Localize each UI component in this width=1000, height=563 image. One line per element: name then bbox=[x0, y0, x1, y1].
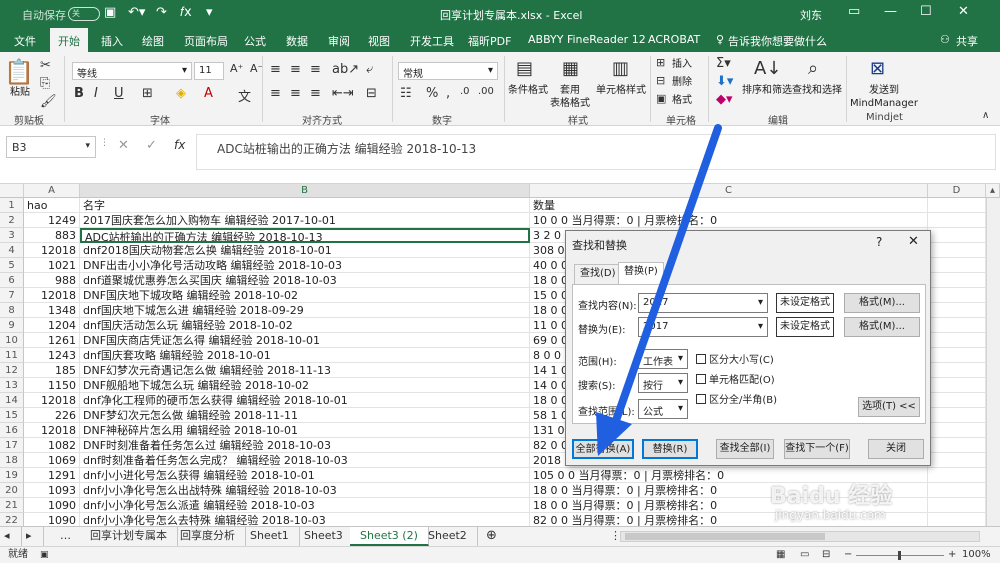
baidu-watermark: Baidu 经验 bbox=[770, 484, 893, 509]
baidu-watermark-url: jingyan.baidu.com bbox=[775, 508, 886, 522]
